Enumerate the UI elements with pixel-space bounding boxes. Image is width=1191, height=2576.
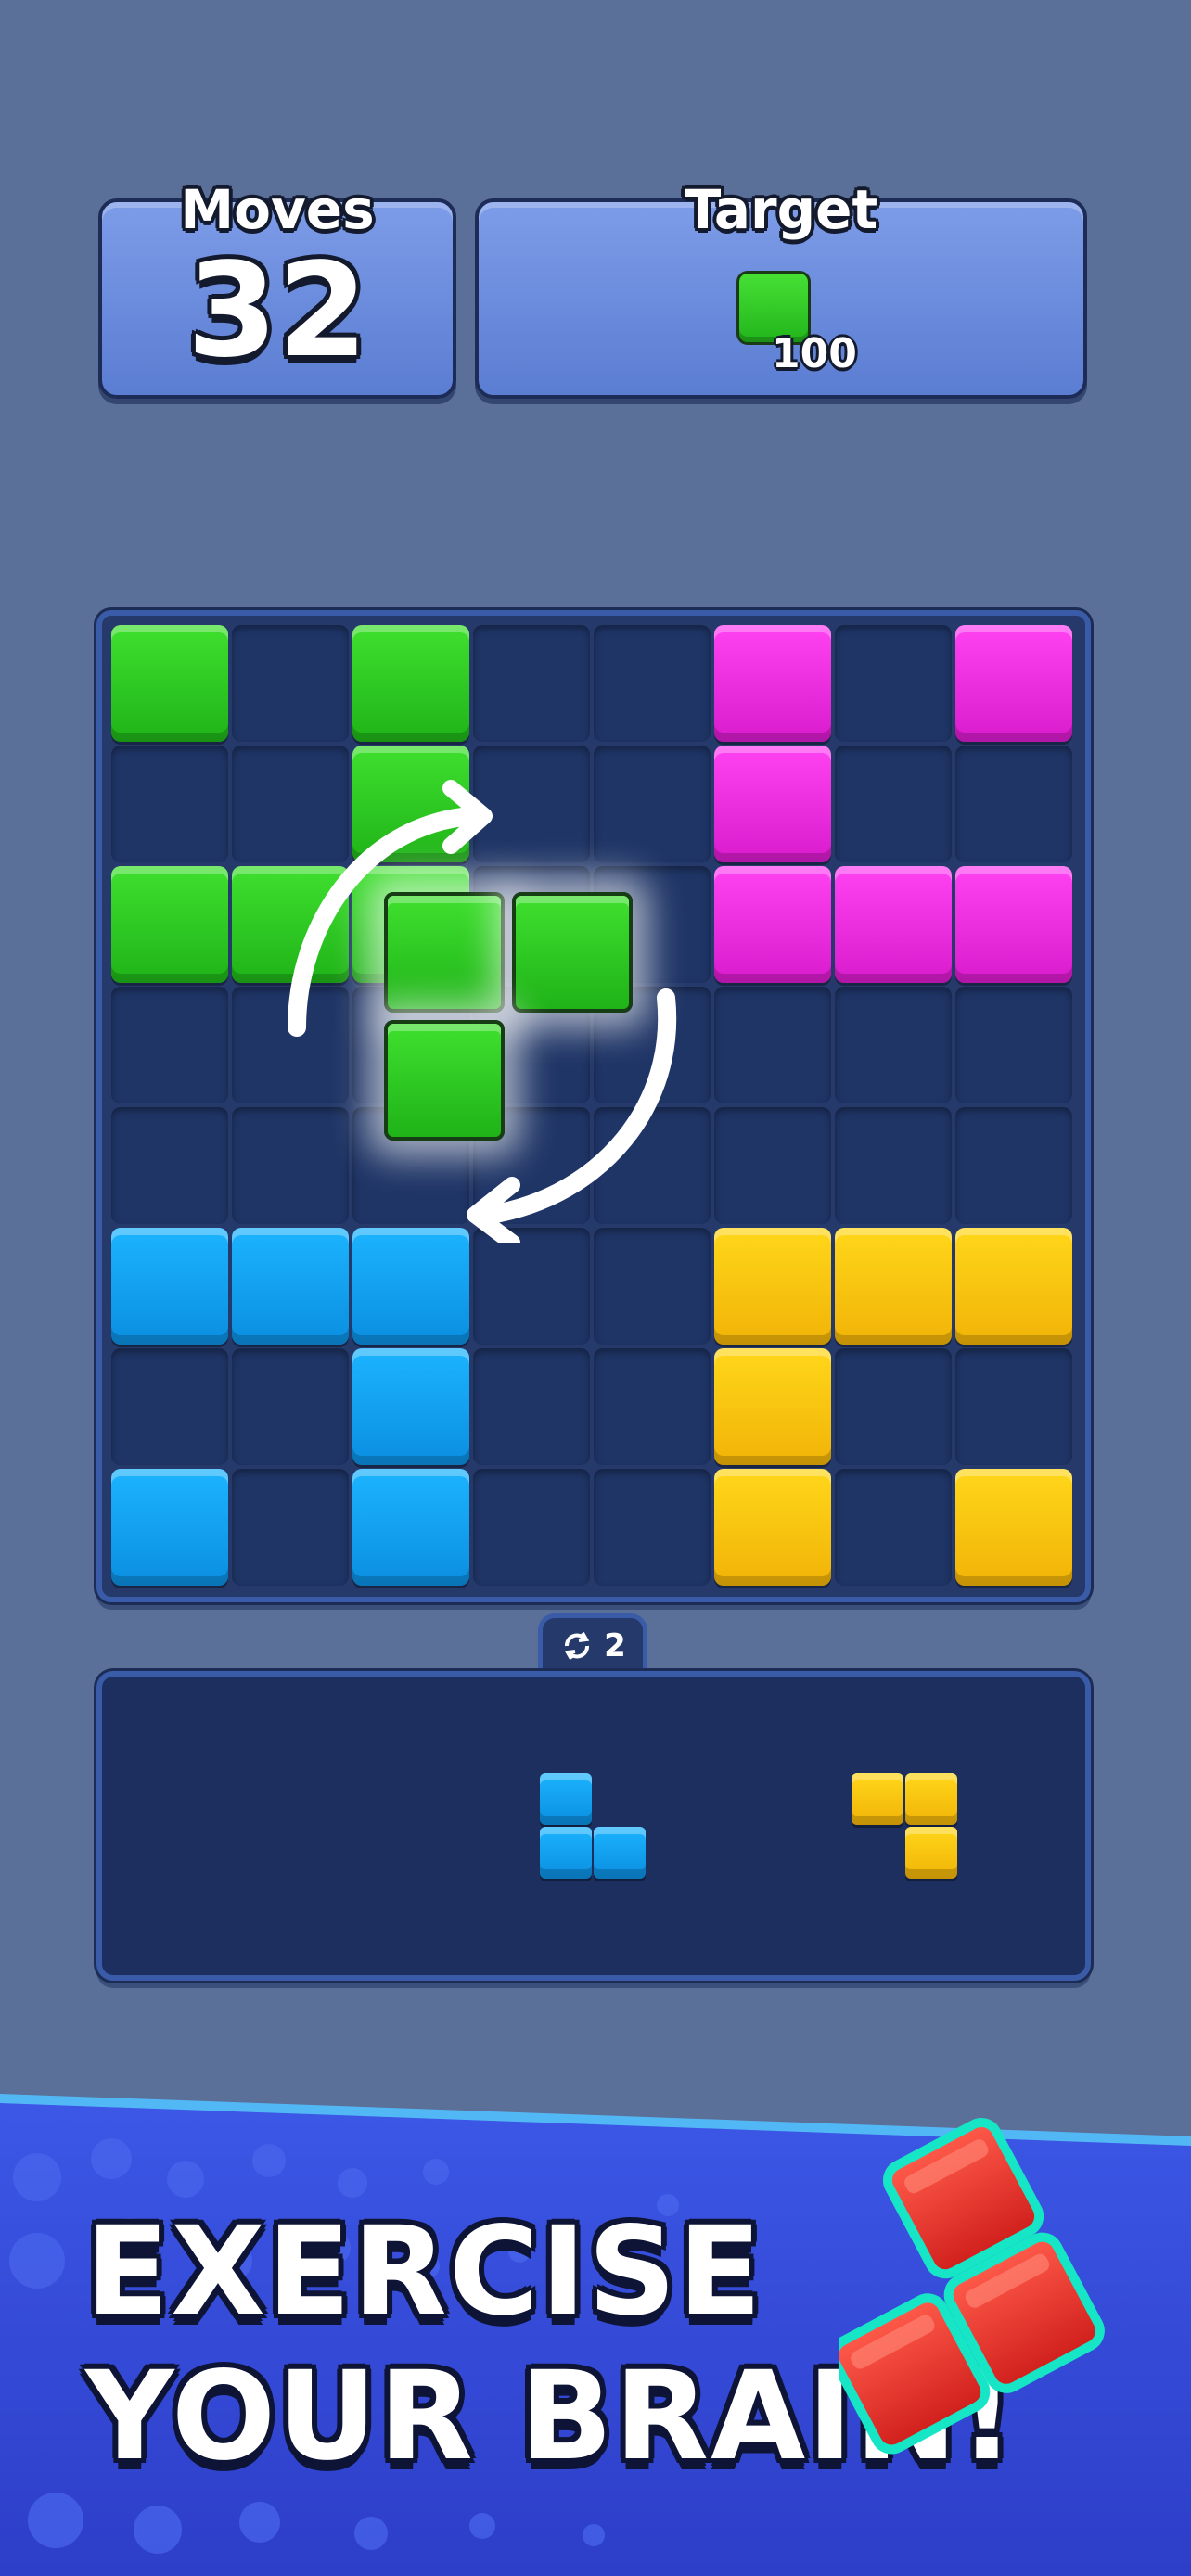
board-cell-yellow[interactable] [835,1228,952,1345]
board-cell-empty[interactable] [111,1348,228,1465]
board-cell-empty[interactable] [955,1348,1072,1465]
promo-banner: EXERCISE YOUR BRAIN! [0,2094,1191,2576]
tray-piece-block [594,1827,646,1879]
board-cell-yellow[interactable] [714,1348,831,1465]
piece-tray [96,1671,1091,1981]
board-cell-empty[interactable] [473,1469,590,1586]
board-cell-blue[interactable] [111,1469,228,1586]
rotate-count: 2 [604,1626,626,1664]
board-cell-magenta[interactable] [714,625,831,742]
board-cell-blue[interactable] [111,1228,228,1345]
moves-panel: Moves 32 [98,178,456,399]
board-cell-empty[interactable] [473,1228,590,1345]
board-cell-empty[interactable] [714,987,831,1103]
board-cell-empty[interactable] [232,625,349,742]
board-cell-blue[interactable] [232,1228,349,1345]
board-cell-empty[interactable] [594,625,711,742]
board-cell-magenta[interactable] [714,746,831,862]
board-cell-empty[interactable] [835,1348,952,1465]
board-cell-empty[interactable] [473,1348,590,1465]
board-cell-magenta[interactable] [955,625,1072,742]
board-cell-empty[interactable] [111,987,228,1103]
board-cell-magenta[interactable] [835,866,952,983]
board-cell-empty[interactable] [835,1469,952,1586]
board-cell-empty[interactable] [594,1469,711,1586]
rotate-counter[interactable]: 2 [538,1613,647,1673]
tray-piece-block [540,1827,592,1879]
tray-piece-block [905,1773,957,1825]
board-cell-blue[interactable] [352,1228,469,1345]
board-cell-empty[interactable] [835,746,952,862]
board-cell-empty[interactable] [232,1348,349,1465]
board-cell-yellow[interactable] [714,1228,831,1345]
board-cell-blue[interactable] [352,1469,469,1586]
board-cell-yellow[interactable] [955,1469,1072,1586]
rotate-arrows-icon [288,780,677,1243]
board-cell-empty[interactable] [714,1107,831,1224]
board-cell-empty[interactable] [232,1469,349,1586]
board-cell-empty[interactable] [594,1348,711,1465]
board-cell-blue[interactable] [352,1348,469,1465]
board-cell-empty[interactable] [835,1107,952,1224]
target-panel: Target 100 [475,178,1087,399]
red-tetromino-icon [839,2118,1105,2455]
headline-line-1: EXERCISE [85,2200,763,2343]
board-cell-green[interactable] [352,625,469,742]
board-cell-empty[interactable] [955,987,1072,1103]
board-cell-magenta[interactable] [714,866,831,983]
tray-piece-block [540,1773,592,1825]
board-cell-empty[interactable] [955,1107,1072,1224]
moves-label: Moves [180,178,375,241]
target-label: Target [684,178,878,241]
board-cell-yellow[interactable] [955,1228,1072,1345]
board-cell-empty[interactable] [111,746,228,862]
board-cell-empty[interactable] [111,1107,228,1224]
board-cell-empty[interactable] [473,625,590,742]
target-count: 100 [772,330,857,377]
board-cell-empty[interactable] [955,746,1072,862]
board-cell-green[interactable] [111,625,228,742]
refresh-icon [564,1631,590,1660]
tray-piece-block [905,1827,957,1879]
moves-value: 32 [186,236,368,387]
board-cell-empty[interactable] [835,987,952,1103]
board-cell-magenta[interactable] [955,866,1072,983]
board-cell-empty[interactable] [835,625,952,742]
board-cell-green[interactable] [111,866,228,983]
tray-piece-block [852,1773,903,1825]
board-cell-yellow[interactable] [714,1469,831,1586]
board-cell-empty[interactable] [594,1228,711,1345]
